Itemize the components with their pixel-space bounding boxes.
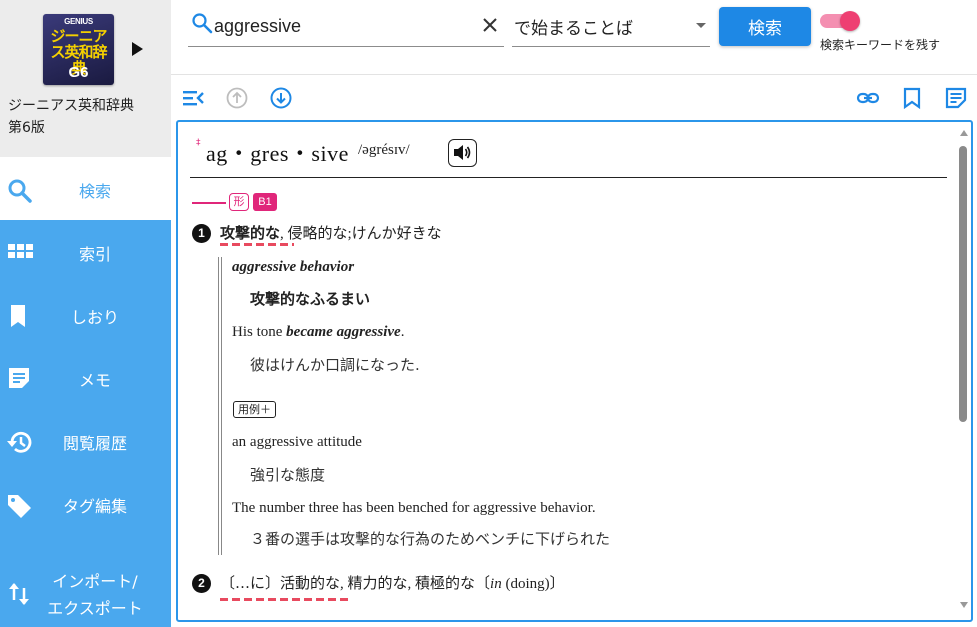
search-button[interactable]: 検索 <box>719 7 811 46</box>
search-mode-value: で始まることば <box>514 19 633 39</box>
memo-icon[interactable] <box>944 86 968 110</box>
headword-mark: ‡ <box>196 138 201 148</box>
search-icon <box>192 13 213 34</box>
sense-rest: , 侵略的な;けんか好きな <box>280 226 442 242</box>
example-english: The number three has been benched for ag… <box>232 500 596 516</box>
sidebar-item-label: 閲覧履歴 <box>62 434 127 453</box>
entry-content-panel[interactable]: ‡ ag・gres・sive /əgrésɪv/ 形 B1 1 攻撃的な, 侵略… <box>176 120 973 622</box>
headword-divider <box>190 177 947 178</box>
keep-keyword-toggle[interactable] <box>820 11 860 31</box>
scrollbar-thumb[interactable] <box>959 146 967 422</box>
cover-brand: GENIUS <box>64 17 93 26</box>
arrow-up-circle-icon[interactable] <box>225 86 249 110</box>
dictionary-name-line2: 第6版 <box>8 120 45 136</box>
audio-button[interactable] <box>448 139 477 167</box>
sidebar-item-search[interactable]: 検索 <box>0 157 171 220</box>
highlight-underline <box>220 598 348 601</box>
speaker-icon <box>454 145 471 160</box>
sense-head[interactable]: 〔…に〕活動的な <box>220 574 340 592</box>
highlight-underline <box>220 243 294 246</box>
dictionary-name: ジーニアス英和辞典 第6版 <box>8 95 168 139</box>
chevron-down-icon <box>696 23 706 28</box>
sense-number: 2 <box>192 574 211 593</box>
sidebar-item-label: 検索 <box>78 182 111 201</box>
keep-keyword-label: 検索キーワードを残す <box>820 38 941 52</box>
sidebar-item-label: メモ <box>78 371 111 390</box>
more-examples-button[interactable]: 用例＋ <box>233 401 276 418</box>
sidebar-item-label: タグ編集 <box>62 497 127 516</box>
sense-definition: 攻撃的な, 侵略的な;けんか好きな <box>220 222 442 243</box>
example-japanese: ３番の選手は攻撃的な行為のためベンチに下げられた <box>250 530 611 548</box>
sense-number: 1 <box>192 224 211 243</box>
sidebar-item-import-export[interactable]: インポート/ エクスポート <box>0 560 171 627</box>
sidebar: GENIUS ジーニアス英和辞典 G6 ジーニアス英和辞典 第6版 検索 索引 … <box>0 0 171 627</box>
vertical-scrollbar[interactable] <box>957 124 971 618</box>
example-bracket <box>218 257 222 555</box>
sidebar-item-label-line2: エクスポート <box>47 599 143 618</box>
scroll-down-arrow-icon[interactable] <box>960 602 968 608</box>
play-arrow-icon[interactable] <box>130 41 144 57</box>
example-english: an aggressive attitude <box>232 434 362 450</box>
example-english: aggressive behavior <box>232 259 355 275</box>
dictionary-name-line1: ジーニアス英和辞典 <box>8 98 134 114</box>
search-mode-select[interactable]: で始まることば <box>512 10 710 47</box>
example-japanese: 強引な態度 <box>250 466 326 484</box>
sense-definition: 〔…に〕活動的な, 精力的な, 積極的な〔in (doing)〕 <box>220 572 565 593</box>
sense-rest-pre: , 精力的な, 積極的な〔 <box>340 576 491 592</box>
sense-rest-post: (doing)〕 <box>501 576 565 592</box>
example-english: His tone became aggressive. <box>232 324 404 341</box>
example-english-post: . <box>400 324 405 340</box>
topbar-divider <box>171 74 977 75</box>
sense-rest-em: in <box>490 576 502 592</box>
sidebar-item-memo[interactable]: メモ <box>0 346 171 409</box>
search-mode-underline <box>512 46 710 47</box>
pos-line <box>192 202 226 204</box>
bookmark-icon[interactable] <box>900 86 924 110</box>
toc-icon[interactable] <box>182 86 206 110</box>
sidebar-item-history[interactable]: 閲覧履歴 <box>0 409 171 472</box>
dictionary-header: GENIUS ジーニアス英和辞典 G6 ジーニアス英和辞典 第6版 <box>0 0 171 157</box>
pronunciation: /əgrésɪv/ <box>358 142 410 158</box>
scroll-up-arrow-icon[interactable] <box>960 130 968 136</box>
link-icon[interactable] <box>856 86 880 110</box>
sidebar-item-tag-edit[interactable]: タグ編集 <box>0 472 171 535</box>
sidebar-item-index[interactable]: 索引 <box>0 220 171 283</box>
search-input-underline <box>188 46 504 47</box>
arrow-down-circle-icon[interactable] <box>269 86 293 110</box>
headword: ag・gres・sive <box>206 141 349 166</box>
example-english-pre: His tone <box>232 324 287 340</box>
sidebar-item-label: しおり <box>70 308 119 327</box>
close-icon[interactable] <box>481 16 499 34</box>
dictionary-cover[interactable]: GENIUS ジーニアス英和辞典 G6 <box>43 14 114 85</box>
example-japanese: 攻撃的なふるまい <box>250 290 371 308</box>
part-of-speech-badge: 形 <box>229 193 249 211</box>
sidebar-item-label: 索引 <box>78 245 111 264</box>
sense-head[interactable]: 攻撃的な <box>220 224 280 242</box>
search-input[interactable] <box>214 12 472 40</box>
sidebar-item-bookmarks[interactable]: しおり <box>0 283 171 346</box>
sidebar-item-label: インポート/ <box>52 572 138 591</box>
cover-edition: G6 <box>68 64 89 81</box>
cefr-level-badge: B1 <box>253 193 277 211</box>
toggle-thumb <box>840 11 860 31</box>
example-japanese: 彼はけんか口調になった. <box>250 356 420 374</box>
example-english-em: became aggressive <box>286 324 401 340</box>
